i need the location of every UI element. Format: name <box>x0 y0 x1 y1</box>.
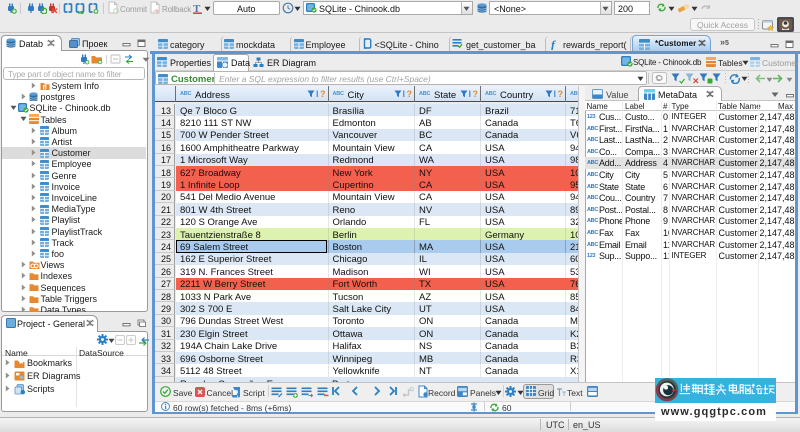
svg-text:T: T <box>193 3 201 14</box>
svg-text:f: f <box>551 38 556 50</box>
